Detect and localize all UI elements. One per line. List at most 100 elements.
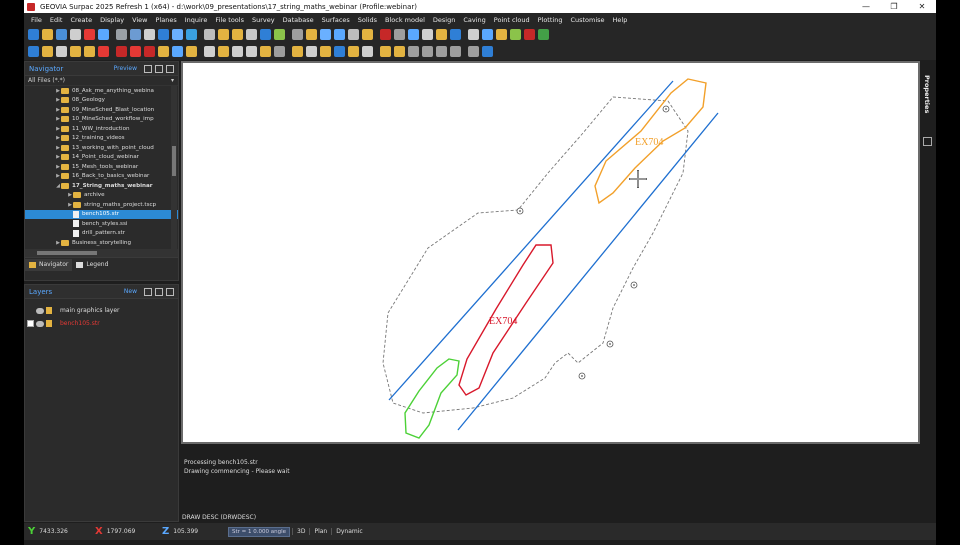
toolbar-tool-icon[interactable]: [334, 46, 345, 57]
layer-row[interactable]: bench105.str: [25, 317, 178, 330]
tree-item[interactable]: ▶ 10_MineSched_workflow_imp: [25, 115, 178, 125]
close-panel-icon[interactable]: [166, 287, 174, 296]
float-panel-icon[interactable]: [144, 287, 152, 296]
menu-customise[interactable]: Customise: [566, 16, 608, 24]
toolbar-tool-icon[interactable]: [450, 29, 461, 40]
toolbar-tool-icon[interactable]: [320, 29, 331, 40]
tree-item[interactable]: ◢ 17_String_maths_webinar: [25, 181, 178, 191]
tree-item[interactable]: ▶ 12_training_videos: [25, 134, 178, 144]
toolbar-tool-icon[interactable]: [144, 29, 155, 40]
menu-plotting[interactable]: Plotting: [534, 16, 567, 24]
toolbar-tool-icon[interactable]: [380, 46, 391, 57]
toolbar-tool-icon[interactable]: [84, 29, 95, 40]
menu-surfaces[interactable]: Surfaces: [318, 16, 354, 24]
tree-item[interactable]: ▶ 14_Point_cloud_webinar: [25, 153, 178, 163]
minimize-button[interactable]: —: [852, 2, 880, 11]
restore-panel-icon[interactable]: [155, 287, 163, 296]
toolbar-tool-icon[interactable]: [186, 29, 197, 40]
new-layer-link[interactable]: New: [124, 288, 137, 295]
scroll-thumb[interactable]: [172, 146, 176, 176]
toolbar-tool-icon[interactable]: [306, 46, 317, 57]
menu-block-model[interactable]: Block model: [381, 16, 429, 24]
tree-item[interactable]: ▶ 08_Ask_me_anything_webina: [25, 86, 178, 96]
tree-item[interactable]: ▶ string_maths_project.tscp: [25, 200, 178, 210]
toolbar-tool-icon[interactable]: [408, 29, 419, 40]
toolbar-tool-icon[interactable]: [436, 29, 447, 40]
toolbar-tool-icon[interactable]: [394, 29, 405, 40]
tree-item[interactable]: bench105.str: [25, 209, 178, 219]
tree-item[interactable]: ▶ 09_MineSched_Blast_location: [25, 105, 178, 115]
toolbar-tool-icon[interactable]: [496, 29, 507, 40]
toolbar-tool-icon[interactable]: [320, 46, 331, 57]
dynamic-button[interactable]: Dynamic: [331, 528, 366, 535]
toolbar-tool-icon[interactable]: [56, 46, 67, 57]
toolbar-tool-icon[interactable]: [348, 46, 359, 57]
toolbar-tool-icon[interactable]: [204, 46, 215, 57]
toolbar-tool-icon[interactable]: [28, 29, 39, 40]
menu-design[interactable]: Design: [429, 16, 459, 24]
menu-edit[interactable]: Edit: [46, 16, 67, 24]
toolbar-tool-icon[interactable]: [422, 29, 433, 40]
tree-item[interactable]: ▶ archive: [25, 191, 178, 201]
toolbar-tool-icon[interactable]: [334, 29, 345, 40]
tree-item[interactable]: ▶ 13_working_with_point_cloud: [25, 143, 178, 153]
view-plan-button[interactable]: Plan: [309, 528, 331, 535]
toolbar-tool-icon[interactable]: [274, 46, 285, 57]
lock-icon[interactable]: [46, 307, 52, 314]
toolbar-tool-icon[interactable]: [450, 46, 461, 57]
toolbar-tool-icon[interactable]: [422, 46, 433, 57]
toolbar-tool-icon[interactable]: [158, 29, 169, 40]
tree-item[interactable]: ▶ 11_WW_introduction: [25, 124, 178, 134]
toolbar-tool-icon[interactable]: [42, 46, 53, 57]
toolbar-tool-icon[interactable]: [306, 29, 317, 40]
float-panel-icon[interactable]: [144, 64, 152, 73]
toolbar-tool-icon[interactable]: [348, 29, 359, 40]
tree-item[interactable]: bench_styles.ssi: [25, 219, 178, 229]
close-button[interactable]: ✕: [908, 2, 936, 11]
menu-survey[interactable]: Survey: [248, 16, 279, 24]
toolbar-tool-icon[interactable]: [218, 46, 229, 57]
toolbar-tool-icon[interactable]: [246, 29, 257, 40]
restore-panel-icon[interactable]: [155, 64, 163, 73]
toolbar-tool-icon[interactable]: [292, 46, 303, 57]
toolbar-tool-icon[interactable]: [158, 46, 169, 57]
tab-legend[interactable]: Legend: [72, 259, 112, 271]
menu-point-cloud[interactable]: Point cloud: [490, 16, 534, 24]
toolbar-tool-icon[interactable]: [98, 29, 109, 40]
tree-item[interactable]: ▶ 15_Mesh_tools_webinar: [25, 162, 178, 172]
tree-item[interactable]: ▶ 16_Back_to_basics_webinar: [25, 172, 178, 182]
graphics-svg[interactable]: EX704 EX704: [183, 63, 918, 442]
menu-database[interactable]: Database: [279, 16, 318, 24]
toolbar-tool-icon[interactable]: [380, 29, 391, 40]
menu-help[interactable]: Help: [609, 16, 632, 24]
toolbar-tool-icon[interactable]: [172, 46, 183, 57]
close-panel-icon[interactable]: [166, 64, 174, 73]
tree-item[interactable]: drill_pattern.str: [25, 229, 178, 239]
toolbar-tool-icon[interactable]: [204, 29, 215, 40]
menu-file[interactable]: File: [27, 16, 46, 24]
tree-item[interactable]: ▶ Business_storytelling: [25, 238, 178, 248]
toolbar-tool-icon[interactable]: [408, 46, 419, 57]
toolbar-tool-icon[interactable]: [362, 29, 373, 40]
toolbar-tool-icon[interactable]: [260, 46, 271, 57]
menu-solids[interactable]: Solids: [354, 16, 381, 24]
toolbar-tool-icon[interactable]: [56, 29, 67, 40]
menu-create[interactable]: Create: [66, 16, 96, 24]
toolbar-tool-icon[interactable]: [218, 29, 229, 40]
toolbar-tool-icon[interactable]: [362, 46, 373, 57]
toolbar-tool-icon[interactable]: [116, 29, 127, 40]
toolbar-tool-icon[interactable]: [186, 46, 197, 57]
eye-icon[interactable]: [36, 320, 44, 327]
toolbar-tool-icon[interactable]: [232, 46, 243, 57]
toolbar-tool-icon[interactable]: [468, 29, 479, 40]
layer-visibility-checkbox[interactable]: [27, 320, 34, 327]
hscroll-thumb[interactable]: [37, 251, 97, 255]
toolbar-tool-icon[interactable]: [232, 29, 243, 40]
toolbar-tool-icon[interactable]: [28, 46, 39, 57]
eye-icon[interactable]: [36, 307, 44, 314]
toolbar-tool-icon[interactable]: [436, 46, 447, 57]
tree-item[interactable]: ▶ 08_Geology: [25, 96, 178, 106]
menu-view[interactable]: View: [128, 16, 151, 24]
view-3d-button[interactable]: 3D: [292, 528, 309, 535]
tools-icon[interactable]: [923, 137, 932, 146]
